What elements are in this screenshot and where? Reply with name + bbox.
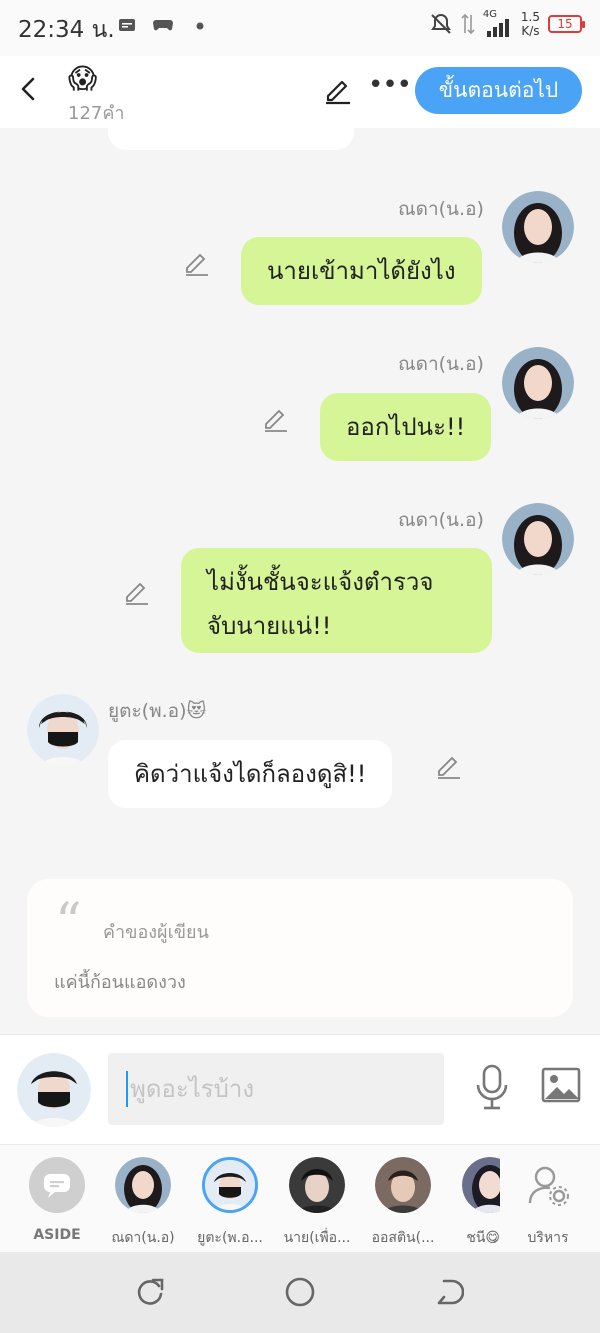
- dot-notification-icon: [196, 22, 204, 30]
- avatar: [375, 1157, 431, 1213]
- next-step-button[interactable]: ขั้นตอนต่อไป: [415, 67, 582, 114]
- word-count: 127คำ: [68, 103, 125, 124]
- story-emoji: 😱: [68, 62, 98, 95]
- avatar[interactable]: [502, 503, 574, 575]
- avatar: [289, 1157, 345, 1213]
- character-austin[interactable]: ออสติน(...: [363, 1157, 443, 1249]
- quote-icon: “: [55, 893, 82, 953]
- message-bubble[interactable]: นายเข้ามาได้ยังไง: [241, 237, 482, 305]
- speaker-name: ณดา(น.อ): [398, 198, 484, 220]
- home-icon[interactable]: [284, 1276, 316, 1308]
- character-selector: ASIDE ณดา(น.อ) ยูตะ(พ.อ... นาย(เพื่อ... …: [0, 1144, 600, 1252]
- character-friend[interactable]: นาย(เพื่อ...: [277, 1157, 357, 1249]
- edit-icon[interactable]: [322, 74, 354, 106]
- network-speed: 1.5 K/s: [520, 10, 540, 38]
- message-input[interactable]: [108, 1053, 444, 1125]
- character-chani[interactable]: ชนี😋: [448, 1157, 500, 1249]
- more-options-icon[interactable]: •••: [368, 70, 412, 100]
- data-transfer-icon: [461, 13, 475, 35]
- top-bar: 😱 127คำ ••• ขั้นตอนต่อไป: [0, 56, 600, 128]
- composer-bar: [0, 1034, 600, 1144]
- author-note[interactable]: “ คำของผู้เขียน แค่นี้ก้อนแอดงวง: [27, 879, 573, 1017]
- avatar[interactable]: [502, 191, 574, 263]
- speaker-name: ยูตะ(พ.อ)😻: [108, 700, 207, 722]
- edit-message-icon[interactable]: [434, 752, 462, 780]
- gamepad-icon: [153, 20, 173, 31]
- avatar: [115, 1157, 171, 1213]
- recent-apps-icon[interactable]: [135, 1276, 165, 1308]
- status-time: 22:34 น.: [18, 17, 115, 43]
- avatar: [202, 1157, 258, 1213]
- manage-characters-icon: [520, 1157, 576, 1213]
- status-bar: 22:34 น. 4G 1.5 K/s 15: [0, 0, 600, 56]
- microphone-icon[interactable]: [473, 1063, 511, 1111]
- current-speaker-avatar[interactable]: [17, 1053, 91, 1127]
- author-note-text: แค่นี้ก้อนแอดงวง: [54, 972, 186, 993]
- character-yuta[interactable]: ยูตะ(พ.อ...: [190, 1157, 270, 1249]
- message-notification-icon: [119, 19, 135, 31]
- message-input-field[interactable]: [108, 1053, 444, 1125]
- mute-bell-icon: [431, 13, 451, 34]
- back-arrow-icon[interactable]: [14, 74, 44, 104]
- previous-message-bubble: [108, 128, 354, 150]
- message-bubble[interactable]: ออกไปนะ!!: [320, 393, 492, 461]
- avatar[interactable]: [27, 694, 99, 766]
- avatar: [462, 1157, 500, 1213]
- signal-4g-icon: 4G: [483, 9, 513, 37]
- edit-message-icon[interactable]: [122, 578, 150, 606]
- edit-message-icon[interactable]: [261, 405, 289, 433]
- speaker-name: ณดา(น.อ): [398, 353, 484, 375]
- avatar[interactable]: [502, 347, 574, 419]
- image-icon[interactable]: [541, 1067, 581, 1103]
- aside-icon: [29, 1157, 85, 1213]
- edit-message-icon[interactable]: [182, 249, 210, 277]
- chat-area: ณดา(น.อ) นายเข้ามาได้ยังไง ณดา(น.อ) ออกไ…: [0, 128, 600, 1034]
- character-aside[interactable]: ASIDE: [17, 1157, 97, 1243]
- message-bubble[interactable]: คิดว่าแจ้งไดก็ลองดูสิ!!: [108, 740, 393, 808]
- speaker-name: ณดา(น.อ): [398, 509, 484, 531]
- author-note-label: คำของผู้เขียน: [103, 922, 209, 943]
- back-nav-icon[interactable]: [436, 1276, 464, 1308]
- battery-indicator: 15: [548, 15, 585, 33]
- character-nada[interactable]: ณดา(น.อ): [103, 1157, 183, 1249]
- system-nav-bar: [0, 1252, 600, 1333]
- character-manage[interactable]: บริหาร: [508, 1157, 588, 1249]
- message-bubble[interactable]: ไม่งั้นชั้นจะแจ้งตำรวจ จับนายแน่!!: [181, 548, 492, 653]
- text-cursor: [126, 1071, 128, 1107]
